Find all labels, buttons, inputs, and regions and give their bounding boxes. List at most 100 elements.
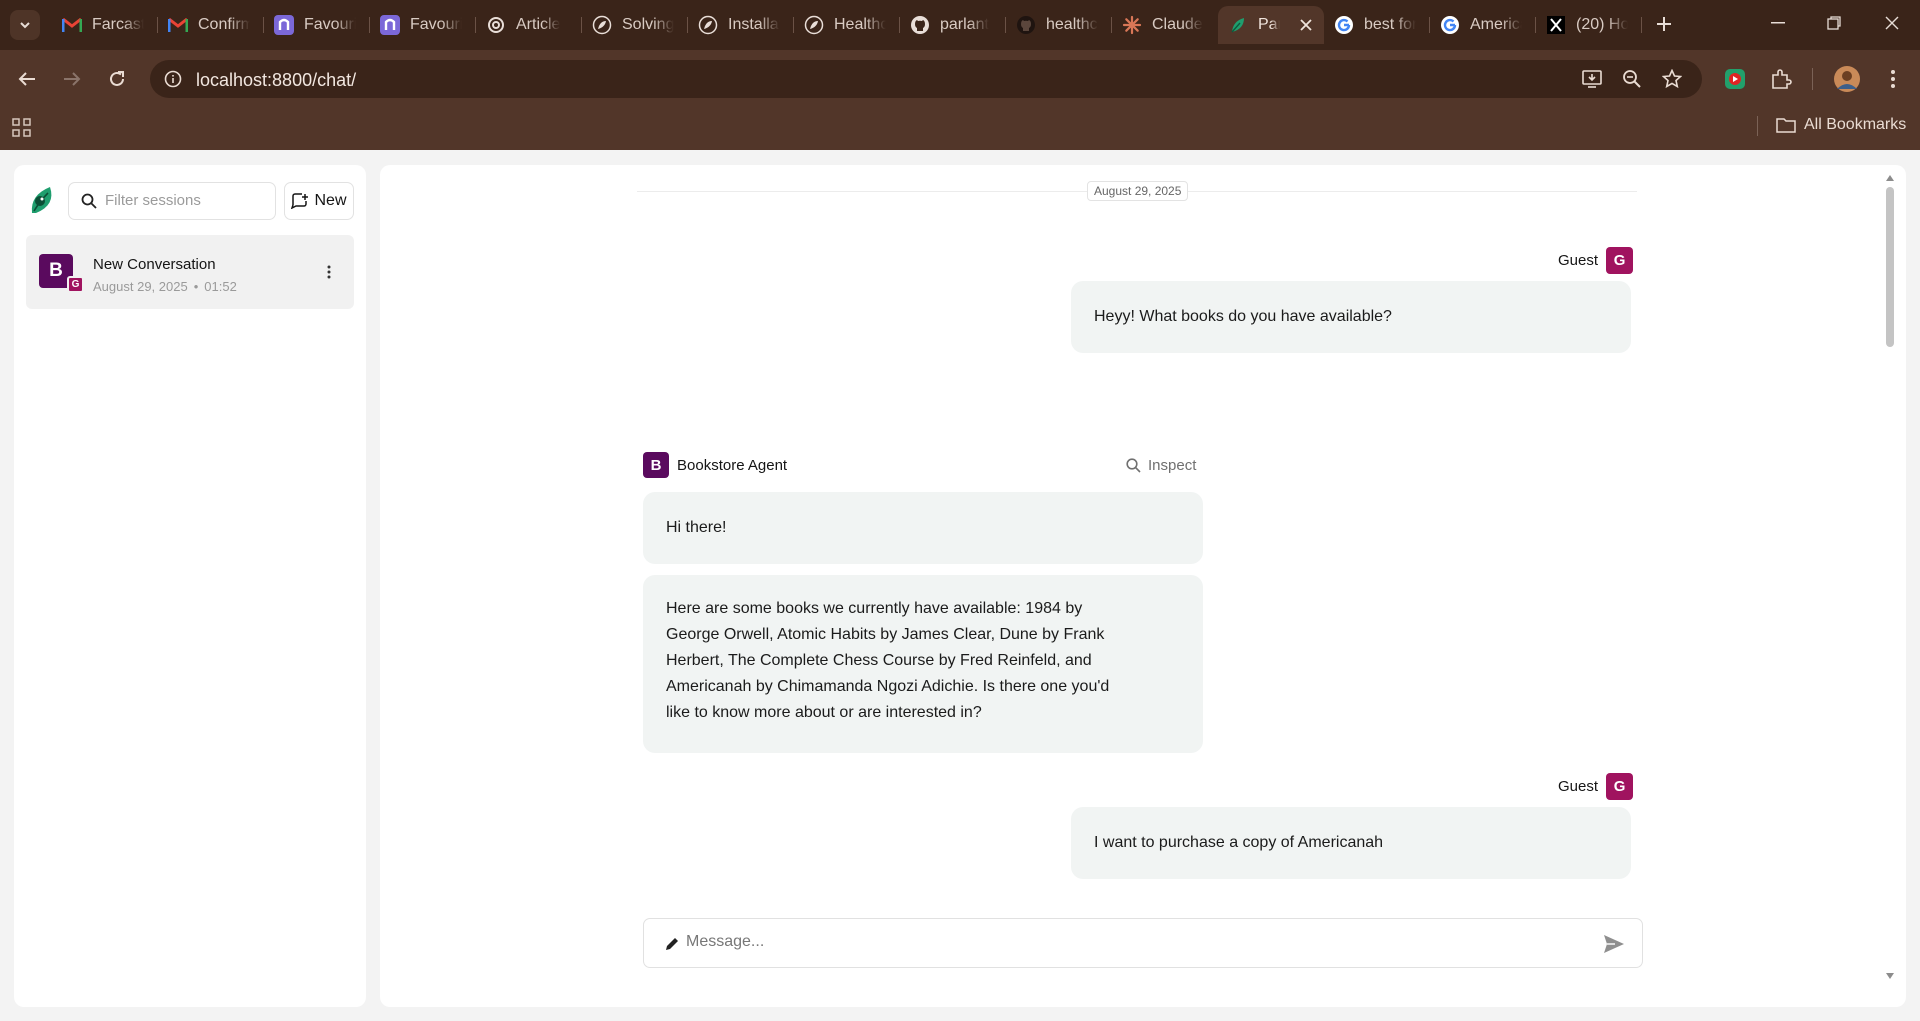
guest-avatar: G	[1606, 247, 1634, 274]
tab-label: Favourite	[304, 16, 356, 33]
session-time: 01:52	[204, 279, 237, 294]
bookmarks-divider	[1757, 116, 1758, 136]
github-icon	[1016, 15, 1036, 35]
extension-video-icon[interactable]	[1720, 64, 1750, 94]
claude-icon	[1122, 15, 1142, 35]
reload-icon	[110, 71, 124, 86]
guest-name: Guest	[1558, 252, 1599, 269]
zoom-icon[interactable]	[1620, 68, 1644, 90]
new-tab-button[interactable]	[1650, 10, 1678, 38]
browser-menu-button[interactable]	[1878, 64, 1908, 94]
tab-label: Article	[516, 16, 561, 33]
chat-panel: August 29, 2025 Guest G Heyy! What books…	[380, 165, 1906, 1007]
tab-label: parlant	[940, 16, 989, 33]
browser-tab[interactable]: Article	[476, 6, 582, 44]
scroll-up-arrow-icon[interactable]	[1886, 175, 1894, 181]
bookmark-star-icon[interactable]	[1660, 68, 1684, 90]
browser-tab[interactable]: Healthcare	[794, 6, 900, 44]
forward-button[interactable]	[57, 64, 87, 94]
session-meta: August 29, 2025 • 01:52	[93, 279, 237, 294]
toolbar-divider	[1812, 68, 1813, 90]
profile-avatar[interactable]	[1832, 64, 1862, 94]
app-page: New B G New Conversation August 29, 2025…	[0, 150, 1920, 1021]
close-window-button[interactable]	[1864, 0, 1920, 46]
customer-avatar-badge: G	[67, 276, 84, 293]
n-app-icon	[380, 15, 400, 35]
chat-scrollbar[interactable]	[1882, 173, 1898, 983]
browser-tab[interactable]: (20) Home	[1536, 6, 1642, 44]
new-chat-icon	[291, 193, 309, 209]
extensions-puzzle-icon[interactable]	[1766, 64, 1796, 94]
session-list-item[interactable]: B G New Conversation August 29, 2025 • 0…	[26, 235, 354, 309]
browser-tab[interactable]: Confirm	[158, 6, 264, 44]
site-info-icon[interactable]	[162, 68, 184, 90]
minimize-button[interactable]	[1750, 0, 1806, 46]
browser-tab[interactable]: Claude	[1112, 6, 1218, 44]
restore-button[interactable]	[1806, 0, 1862, 46]
filter-sessions-field[interactable]	[68, 182, 276, 220]
tab-label: Farcaster	[92, 16, 144, 33]
chevron-down-icon	[20, 22, 30, 29]
browser-tab[interactable]: Favourite	[264, 6, 370, 44]
restore-icon	[1827, 16, 1841, 30]
tab-list: Farcaster Confirm Favourite Favourite Ar…	[52, 6, 1642, 46]
filter-sessions-input[interactable]	[105, 192, 271, 209]
gmail-icon	[62, 15, 82, 35]
close-tab-icon[interactable]	[1296, 15, 1316, 35]
browser-tab[interactable]: American	[1430, 6, 1536, 44]
tab-label: Confirm	[198, 16, 250, 33]
url-text: localhost:8800/chat/	[196, 70, 357, 90]
bookmarks-bar	[0, 108, 1920, 150]
new-session-label: New	[314, 192, 347, 209]
tab-label: Installation	[728, 16, 780, 33]
guest-message-bubble: Heyy! What books do you have available?	[1071, 281, 1631, 353]
tab-label: American	[1470, 16, 1522, 33]
agent-avatar: B	[643, 452, 669, 478]
address-bar[interactable]: localhost:8800/chat/	[150, 60, 1702, 98]
send-icon[interactable]	[1602, 932, 1626, 956]
message-text: Hi there!	[666, 519, 727, 536]
message-text: I want to purchase a copy of Americanah	[1094, 834, 1384, 851]
message-input[interactable]	[686, 933, 1566, 951]
browser-tab[interactable]: parlant	[900, 6, 1006, 44]
all-bookmarks-label: All Bookmarks	[1804, 116, 1907, 133]
browser-tab[interactable]: Farcaster	[52, 6, 158, 44]
browser-tab[interactable]: Solving	[582, 6, 688, 44]
date-divider: August 29, 2025	[1087, 181, 1189, 201]
browser-tab[interactable]: Installation	[688, 6, 794, 44]
browser-tab-active[interactable]: Parlant	[1218, 6, 1324, 44]
new-session-button[interactable]: New	[284, 182, 354, 220]
meta-separator: •	[193, 279, 199, 294]
guest-message-bubble: I want to purchase a copy of Americanah	[1071, 807, 1631, 879]
tab-label: Solving	[622, 16, 674, 33]
message-composer[interactable]	[643, 918, 1643, 968]
tab-label: Parlant	[1258, 16, 1280, 33]
session-options-button[interactable]	[320, 262, 338, 282]
tab-label: healthcare	[1046, 16, 1098, 33]
browser-tab[interactable]: healthcare	[1006, 6, 1112, 44]
scroll-down-arrow-icon[interactable]	[1886, 973, 1894, 979]
agent-sender-header: B Bookstore Agent	[643, 452, 787, 478]
gmail-icon	[168, 15, 188, 35]
parlant-leaf-icon	[1228, 15, 1248, 35]
install-app-icon[interactable]	[1580, 68, 1604, 90]
inspect-label: Inspect	[1148, 456, 1197, 474]
guest-name: Guest	[1558, 778, 1599, 795]
tab-search-button[interactable]	[10, 10, 40, 40]
agent-message-bubble: Hi there!	[643, 492, 1203, 564]
reload-button[interactable]	[102, 64, 132, 94]
search-icon	[81, 193, 97, 209]
apps-grid-icon[interactable]	[12, 118, 36, 142]
n-app-icon	[274, 15, 294, 35]
inspect-button[interactable]: Inspect	[1126, 452, 1196, 478]
search-icon	[1126, 457, 1141, 473]
scroll-thumb[interactable]	[1886, 187, 1894, 347]
all-bookmarks-button[interactable]: All Bookmarks	[1776, 112, 1906, 138]
sessions-sidebar: New B G New Conversation August 29, 2025…	[14, 165, 366, 1007]
tab-label: Healthcare	[834, 16, 886, 33]
agent-message-bubble: Here are some books we currently have av…	[643, 575, 1203, 753]
tab-label: best for	[1364, 16, 1416, 33]
browser-tab[interactable]: best for	[1324, 6, 1430, 44]
browser-tab[interactable]: Favourite	[370, 6, 476, 44]
back-button[interactable]	[12, 64, 42, 94]
